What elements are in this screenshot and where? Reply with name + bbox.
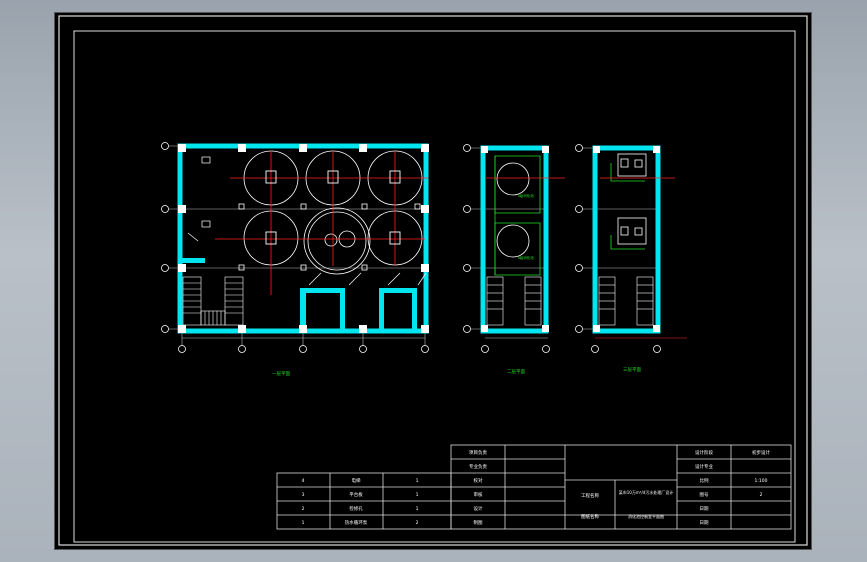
third-floor-plan[interactable]: 三层平面 [575,144,688,374]
right-label: 设计专业 [695,463,713,470]
right-label: 日期 [700,506,709,512]
role-label: 制图 [474,519,483,526]
right-value: 2 [760,492,763,498]
project-name: 某市10万m³/d污水处理厂设计 [619,489,673,495]
drawing-viewport[interactable]: 一层平面 Ⅱ级消化池 Ⅱ级消化池 二层平面 三层平面 4 电梯 1 3 平台板 … [55,13,811,549]
right-value: 1:100 [755,478,768,484]
parts-qty: 2 [416,520,419,526]
drawing-label: 图纸名称 [581,513,599,520]
role-label: 校对 [474,477,483,484]
ground-floor-plan[interactable]: 一层平面 [161,142,430,378]
plan3-label: 三层平面 [623,367,641,373]
right-label: 设计阶段 [695,449,713,456]
role-label: 审核 [474,491,483,498]
tank-label-2: Ⅱ级消化池 [518,255,534,260]
title-block [276,444,792,530]
parts-no: 4 [302,478,305,484]
cad-drawing: 一层平面 Ⅱ级消化池 Ⅱ级消化池 二层平面 三层平面 4 电梯 1 3 平台板 … [58,15,808,546]
parts-name: 热水循环泵 [345,519,368,526]
role-label: 设计 [474,505,483,512]
second-floor-plan[interactable]: Ⅱ级消化池 Ⅱ级消化池 二层平面 [463,144,566,376]
right-label: 图号 [700,492,709,498]
plan1-label: 一层平面 [272,371,290,377]
parts-qty: 1 [416,506,419,512]
plan2-label: 二层平面 [507,369,525,375]
right-value: 初步设计 [752,449,770,456]
parts-table: 4 电梯 1 3 平台板 1 2 检修孔 1 1 热水循环泵 2 [302,477,419,526]
parts-qty: 1 [416,492,419,498]
parts-name: 电梯 [352,477,361,484]
title-roles: 项目负责 专业负责 校对 审核 设计 制图 [469,449,487,526]
parts-name: 检修孔 [349,505,363,512]
role-label: 专业负责 [469,463,487,470]
tank-label-1: Ⅱ级消化池 [518,193,534,198]
role-label: 项目负责 [469,449,487,456]
title-right: 设计阶段 设计专业 比例 图号 日期 日期 初步设计 1:100 2 [695,449,770,526]
parts-qty: 1 [416,478,419,484]
parts-no: 3 [302,492,305,498]
right-label: 比例 [700,477,709,484]
parts-no: 2 [302,506,305,512]
right-label: 日期 [700,520,709,526]
project-label: 工程名称 [581,492,599,499]
title-names: 工程名称 某市10万m³/d污水处理厂设计 图纸名称 消化池控制室平面图 [581,489,673,520]
parts-no: 1 [302,520,305,526]
drawing-name: 消化池控制室平面图 [628,513,664,519]
parts-name: 平台板 [349,491,363,498]
